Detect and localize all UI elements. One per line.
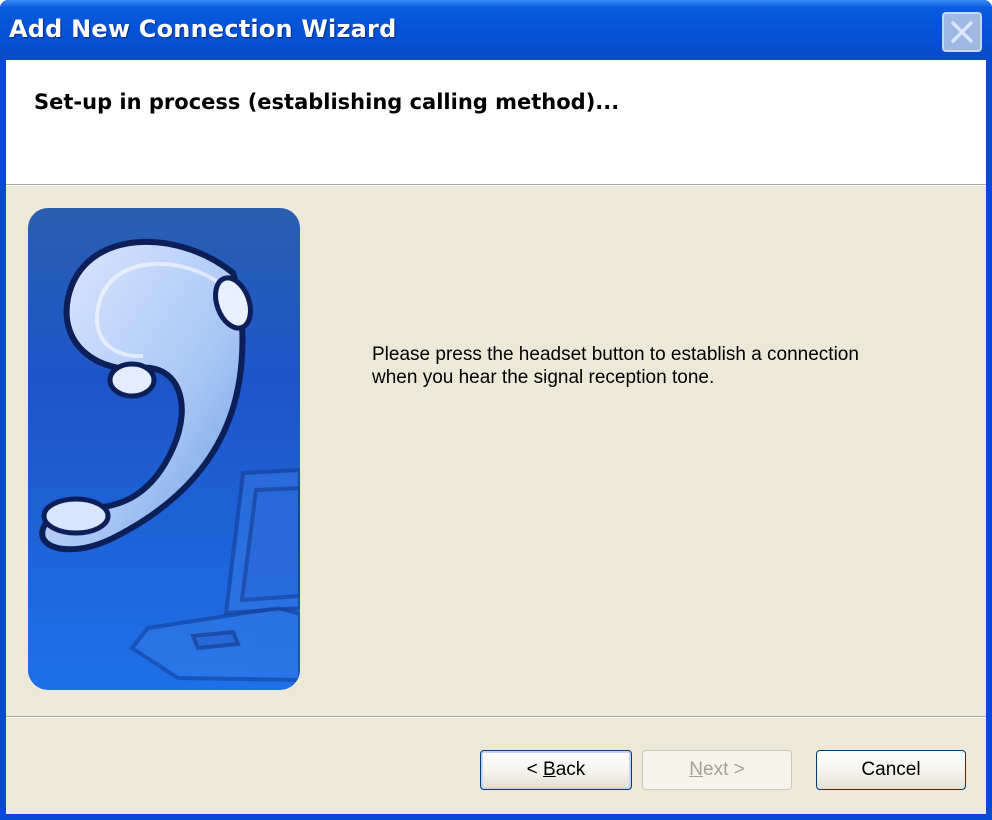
wizard-header: Set-up in process (establishing calling … — [6, 60, 986, 184]
cancel-button[interactable]: Cancel — [816, 750, 966, 790]
back-button[interactable]: < Back — [480, 750, 632, 790]
title-bar[interactable]: Add New Connection Wizard — [0, 0, 992, 60]
instruction-line-1: Please press the headset button to estab… — [372, 344, 859, 365]
footer-divider — [6, 716, 986, 718]
next-label-rest: ext — [703, 759, 729, 780]
back-label-rest: ack — [555, 759, 586, 780]
cancel-label: Cancel — [861, 759, 921, 780]
next-label-suffix: > — [728, 759, 745, 780]
back-label-prefix: < — [526, 759, 544, 780]
next-button[interactable]: Next > — [642, 750, 792, 790]
close-button[interactable] — [942, 12, 982, 52]
instruction-line-2: when you hear the signal reception tone. — [372, 367, 715, 388]
headset-laptop-illustration — [28, 208, 300, 690]
step-title: Set-up in process (establishing calling … — [34, 90, 620, 114]
next-label-mnemonic: N — [689, 759, 703, 780]
header-divider — [6, 184, 986, 186]
instruction-text: Please press the headset button to estab… — [372, 343, 972, 389]
window-title: Add New Connection Wizard — [9, 15, 397, 43]
wizard-window: Add New Connection Wizard Set-up in proc… — [0, 0, 992, 820]
dialog-body: Set-up in process (establishing calling … — [6, 60, 986, 814]
back-label-mnemonic: B — [543, 759, 556, 780]
close-icon — [951, 21, 973, 43]
